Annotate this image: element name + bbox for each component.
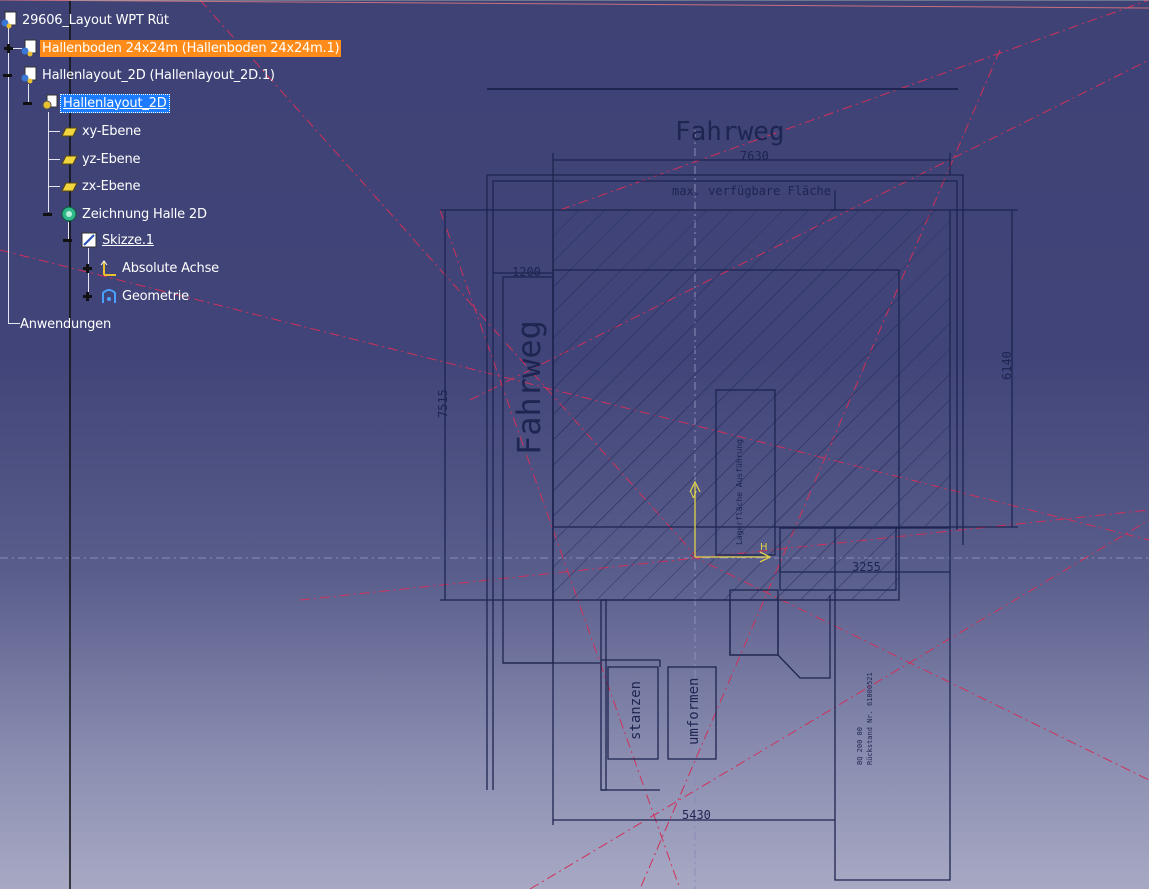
fahrweg-top-label: Fahrweg <box>675 117 785 147</box>
tree-item-hallenboden[interactable]: Hallenboden 24x24m (Hallenboden 24x24m.1… <box>4 38 342 58</box>
expand-toggle-icon[interactable] <box>83 264 92 273</box>
hall-main-area <box>552 269 900 601</box>
tree-item-zx-plane[interactable]: zx-Ebene <box>60 176 142 196</box>
dim-top-value: 7630 <box>740 149 769 163</box>
tree-item-label: Hallenboden 24x24m (Hallenboden 24x24m.1… <box>40 39 342 57</box>
tree-item-xy-plane[interactable]: xy-Ebene <box>60 121 143 141</box>
collapse-toggle-icon[interactable] <box>43 210 52 219</box>
axis-h-label: H <box>760 542 768 553</box>
plane-icon <box>60 177 78 195</box>
tree-item-label: Anwendungen <box>20 316 112 332</box>
tree-item-yz-plane[interactable]: yz-Ebene <box>60 149 142 169</box>
product-icon <box>0 11 18 29</box>
collapse-toggle-icon[interactable] <box>3 71 12 80</box>
tree-root-label: 29606_Layout WPT Rüt <box>22 12 169 28</box>
dim-right-tall-value: 6140 <box>1000 351 1014 380</box>
tree-item-skizze[interactable]: Skizze.1 <box>63 230 156 250</box>
tree-item-label: xy-Ebene <box>82 123 141 139</box>
tree-item-geometry[interactable]: Geometrie <box>83 286 191 306</box>
stanzen-label: stanzen <box>628 681 644 740</box>
part-icon <box>20 39 38 57</box>
part-icon <box>20 66 38 84</box>
dim-bottom-value: 5430 <box>682 808 711 822</box>
tree-root[interactable]: 29606_Layout WPT Rüt <box>0 10 171 30</box>
tree-item-label: yz-Ebene <box>82 151 141 167</box>
plane-icon <box>60 122 78 140</box>
sketch-icon <box>80 231 98 249</box>
tree-item-zeichnung[interactable]: Zeichnung Halle 2D <box>43 204 209 224</box>
geometry-icon <box>100 287 118 305</box>
collapse-toggle-icon[interactable] <box>63 236 72 245</box>
axis-v-label: V <box>690 490 697 501</box>
rack-label-2: Rückstand Nr. 61000521 <box>866 672 874 765</box>
geometrical-set-icon <box>60 205 78 223</box>
hall-layout-drawing <box>440 88 1018 881</box>
tree-item-label: Hallenlayout_2D <box>60 93 170 113</box>
part-body-icon <box>40 94 58 112</box>
dim-left-small-value: 1200 <box>512 265 541 279</box>
tree-item-absolute-axis[interactable]: Absolute Achse <box>83 258 221 278</box>
tree-item-label: Hallenlayout_2D (Hallenlayout_2D.1) <box>42 67 275 83</box>
construction-line <box>559 0 1149 211</box>
tree-item-applications[interactable]: Anwendungen <box>18 314 113 334</box>
fahrweg-left-label: Fahrweg <box>510 320 548 455</box>
expand-toggle-icon[interactable] <box>4 44 13 53</box>
plane-icon <box>60 150 78 168</box>
tree-item-label: zx-Ebene <box>82 178 141 194</box>
axis-icon <box>100 259 118 277</box>
dim-left-tall-value: 7515 <box>436 389 450 418</box>
collapse-toggle-icon[interactable] <box>23 99 32 108</box>
tree-item-hallenlayout-instance[interactable]: Hallenlayout_2D (Hallenlayout_2D.1) <box>3 65 277 85</box>
umformen-label: umformen <box>686 678 702 745</box>
tree-item-label: Geometrie <box>122 288 189 304</box>
expand-toggle-icon[interactable] <box>83 292 92 301</box>
max-area-label: max. verfügbare Fläche <box>672 184 831 198</box>
storage-box-label: Lagerfläche Ausführung <box>735 439 744 545</box>
rack-label-1: BQ 200 00 <box>856 727 864 765</box>
dim-right-bottom-value: 3255 <box>852 560 881 574</box>
tree-item-label: Zeichnung Halle 2D <box>82 206 207 222</box>
specification-tree[interactable]: 29606_Layout WPT Rüt Hallenboden 24x24m … <box>0 0 342 340</box>
tree-item-label: Skizze.1 <box>102 232 154 248</box>
tree-item-hallenlayout-part[interactable]: Hallenlayout_2D <box>23 93 170 113</box>
tree-item-label: Absolute Achse <box>122 260 219 276</box>
